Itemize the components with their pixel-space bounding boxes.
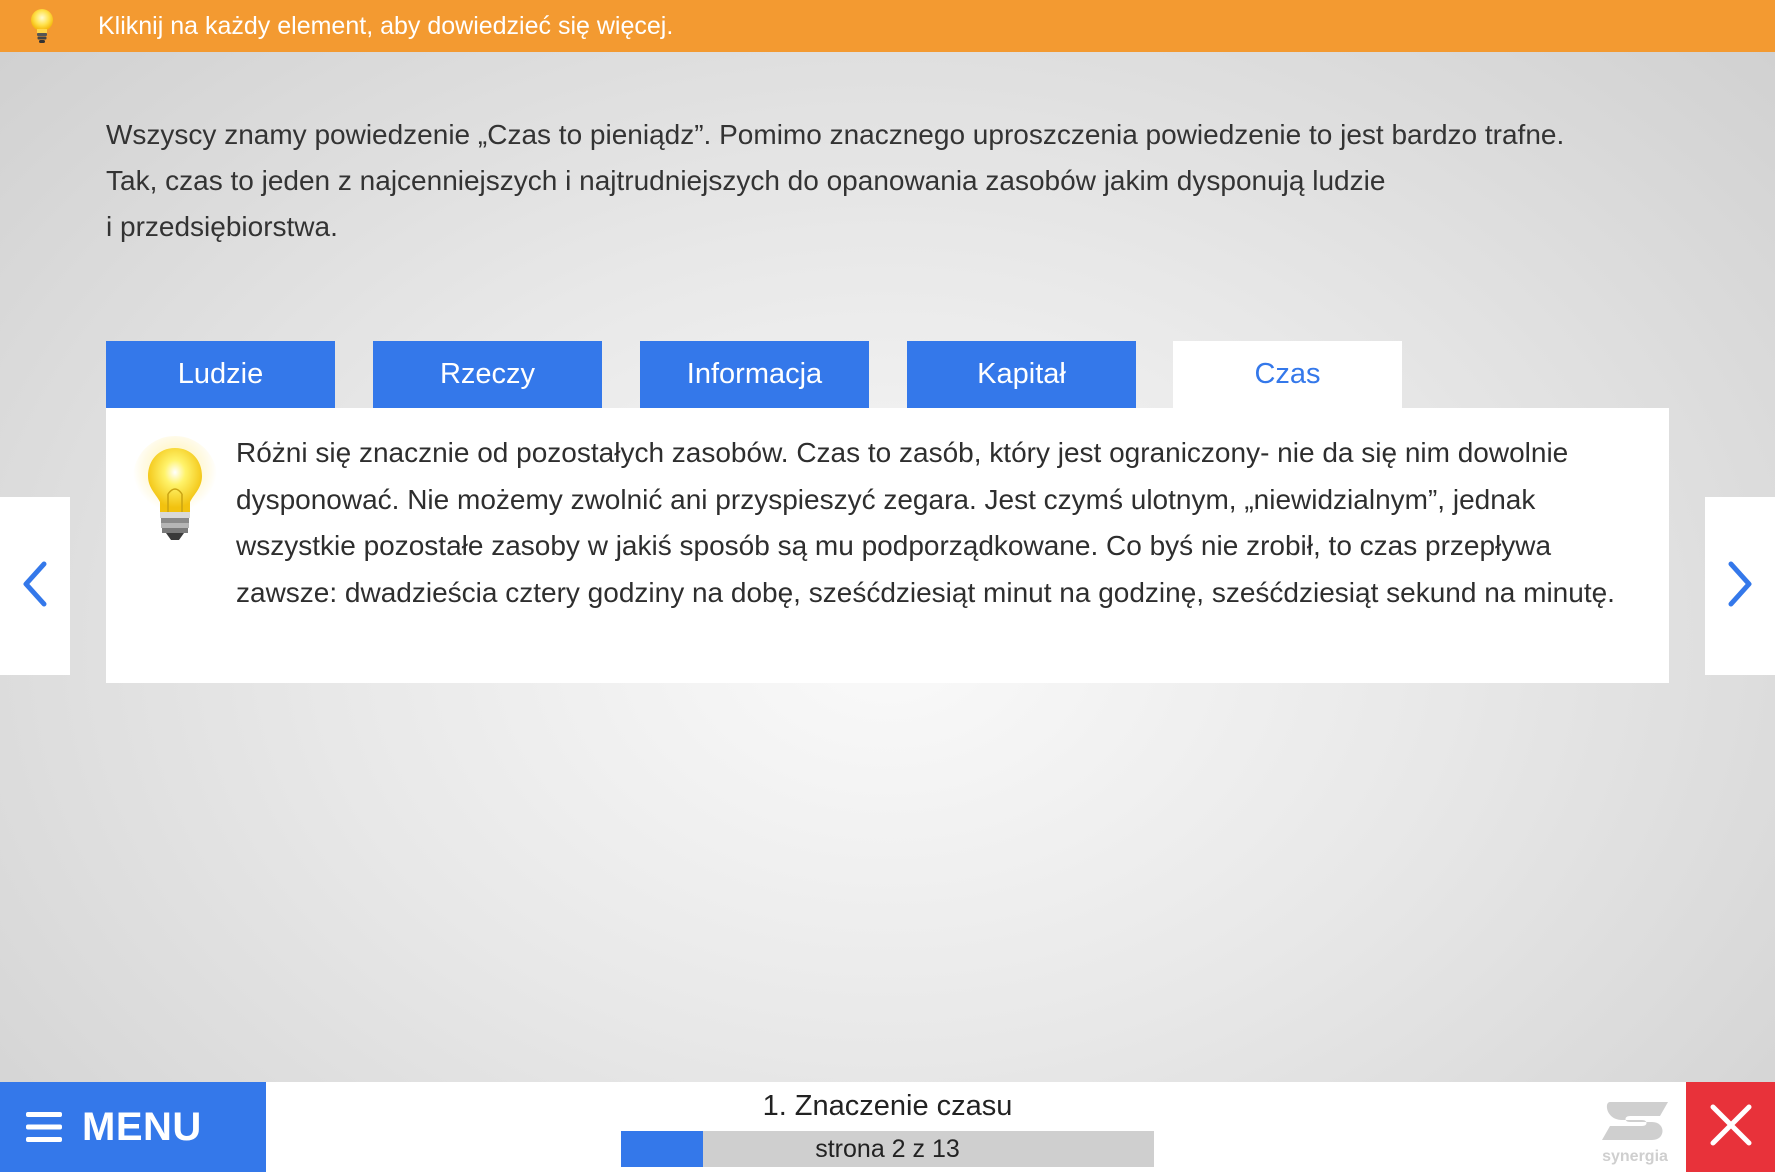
footer-bar: MENU 1. Znaczenie czasu strona 2 z 13 sy… — [0, 1082, 1775, 1172]
tab-kapital[interactable]: Kapitał — [907, 341, 1136, 408]
chevron-right-icon — [1725, 561, 1755, 612]
intro-text: Wszyscy znamy powiedzenie „Czas to pieni… — [106, 112, 1686, 250]
chevron-left-icon — [20, 561, 50, 612]
page-indicator: strona 2 z 13 — [815, 1134, 960, 1163]
tab-content-panel: Różni się znacznie od pozostałych zasobó… — [106, 408, 1669, 683]
hint-text: Kliknij na każdy element, aby dowiedzieć… — [98, 11, 674, 40]
close-button[interactable] — [1686, 1082, 1775, 1172]
hint-bar: Kliknij na każdy element, aby dowiedzieć… — [0, 0, 1775, 52]
tab-czas[interactable]: Czas — [1173, 341, 1402, 408]
tab-informacja[interactable]: Informacja — [640, 341, 869, 408]
next-page-button[interactable] — [1705, 497, 1775, 675]
svg-text:synergia: synergia — [1602, 1148, 1668, 1165]
tab-rzeczy[interactable]: Rzeczy — [373, 341, 602, 408]
chapter-title: 1. Znaczenie czasu — [762, 1090, 1013, 1122]
intro-line: i przedsiębiorstwa. — [106, 211, 338, 242]
intro-line: Tak, czas to jeden z najcenniejszych i n… — [106, 165, 1386, 196]
menu-button[interactable]: MENU — [0, 1082, 266, 1172]
tab-content-text: Różni się znacznie od pozostałych zasobó… — [236, 437, 1615, 608]
lightbulb-icon — [132, 436, 218, 556]
menu-label: MENU — [82, 1104, 202, 1149]
synergia-logo: synergia — [1596, 1092, 1674, 1166]
close-icon — [1709, 1103, 1753, 1152]
tab-ludzie[interactable]: Ludzie — [106, 341, 335, 408]
hamburger-icon — [26, 1110, 62, 1144]
intro-line: Wszyscy znamy powiedzenie „Czas to pieni… — [106, 119, 1565, 150]
page-progress-bar: strona 2 z 13 — [621, 1131, 1154, 1167]
lightbulb-icon — [22, 0, 62, 52]
previous-page-button[interactable] — [0, 497, 70, 675]
